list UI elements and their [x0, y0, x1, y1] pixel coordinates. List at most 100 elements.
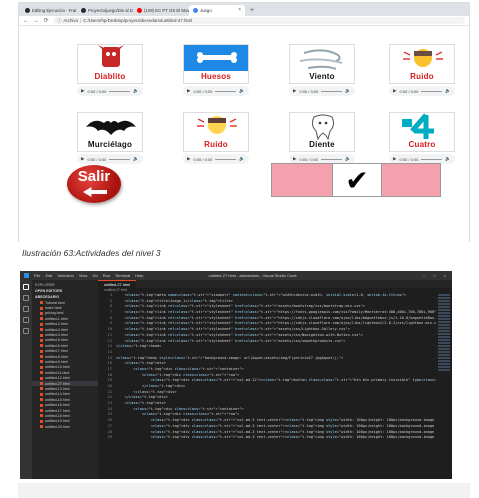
minimap-line [438, 306, 450, 308]
line-source: <class="t-tag">div class=class="t-str">"… [116, 435, 435, 440]
audio-player[interactable]: ▶ 0:00 / 0:00 🔈 [77, 86, 143, 96]
menu-view[interactable]: View [79, 273, 88, 278]
reload-button[interactable]: ⟳ [43, 17, 49, 24]
volume-icon[interactable]: 🔈 [345, 156, 351, 162]
menu-run[interactable]: Run [103, 273, 110, 278]
play-icon[interactable]: ▶ [393, 88, 396, 94]
minimize-icon[interactable]: – [423, 273, 425, 278]
four-image[interactable]: Cuatro [389, 112, 455, 152]
menu-selection[interactable]: Selection [57, 273, 73, 278]
activity-card[interactable]: Huesos ▶ 0:00 / 0:00 🔈 [183, 44, 249, 96]
answer-slot-left[interactable] [272, 164, 332, 196]
audio-progress[interactable] [215, 90, 237, 92]
play-icon[interactable]: ▶ [187, 156, 190, 162]
extensions-icon[interactable] [23, 328, 29, 334]
file-name: untitled-8.html [45, 354, 68, 359]
audio-progress[interactable] [215, 158, 237, 160]
bat-image[interactable]: Murciélago [77, 112, 143, 152]
editor-tab[interactable]: untitled-27.html [98, 280, 136, 288]
activity-card[interactable]: Viento ▶ 0:00 / 0:00 🔈 [289, 44, 355, 96]
activity-card[interactable]: Ruido ▶ 0:00 / 0:00 🔈 [183, 112, 249, 164]
volume-icon[interactable]: 🔈 [239, 88, 245, 94]
browser-tab-2[interactable]: Proyecto/juego/Dis al Desarroll × [77, 5, 133, 16]
wind-image[interactable]: Viento [289, 44, 355, 84]
menu-terminal[interactable]: Terminal [115, 273, 130, 278]
audio-player[interactable]: ▶ 0:00 / 0:00 🔈 [77, 154, 143, 164]
minimap-line [438, 324, 450, 326]
audio-player[interactable]: ▶ 0:00 / 0:00 🔈 [289, 86, 355, 96]
figure-caption: Ilustración 63:Actividades del nivel 3 [22, 248, 161, 258]
browser-tab-4[interactable]: Juego × [189, 5, 245, 16]
play-icon[interactable]: ▶ [393, 156, 396, 162]
devil-image[interactable]: Diablito [77, 44, 143, 84]
audio-progress[interactable] [109, 90, 131, 92]
audio-player[interactable]: ▶ 0:00 / 0:00 🔈 [183, 86, 249, 96]
tooth-image[interactable]: Diente [289, 112, 355, 152]
play-icon[interactable]: ▶ [187, 88, 190, 94]
audio-progress[interactable] [421, 158, 443, 160]
volume-icon[interactable]: 🔈 [445, 156, 451, 162]
menu-help[interactable]: Help [135, 273, 143, 278]
file-item[interactable]: untitled-20.html [32, 424, 98, 429]
activity-word: Diente [309, 140, 335, 149]
minimap-line [438, 366, 450, 368]
html-file-icon [40, 414, 43, 418]
menu-file[interactable]: File [34, 273, 40, 278]
audio-player[interactable]: ▶ 0:00 / 0:00 🔈 [183, 154, 249, 164]
audio-progress[interactable] [321, 158, 343, 160]
activity-card[interactable]: Cuatro ▶ 0:00 / 0:00 🔈 [389, 112, 455, 164]
activity-card[interactable]: Ruido ▶ 0:00 / 0:00 🔈 [389, 44, 455, 96]
code-line[interactable]: 29 <class="t-tag">div class=class="t-str… [98, 435, 452, 441]
minimap-line [438, 333, 450, 335]
play-icon[interactable]: ▶ [81, 156, 84, 162]
code-view[interactable]: 4 <class="t-tag">meta name=class="t-str"… [98, 293, 452, 479]
minimap-line [438, 315, 450, 317]
url-field[interactable]: ⓘ Archivo | C:/Users/hp/Desktop/proyec/abec… [53, 17, 465, 24]
exit-button[interactable]: Salir [67, 165, 121, 203]
volume-icon[interactable]: 🔈 [345, 88, 351, 94]
audio-progress[interactable] [109, 158, 131, 160]
minimap[interactable] [436, 293, 452, 479]
file-name: untitled-9.html [45, 360, 68, 364]
forward-button[interactable]: → [33, 18, 39, 24]
back-button[interactable]: ← [23, 18, 29, 24]
file-list: Tutorial.html index.html pricing.html untit… [32, 300, 98, 429]
file-name: untitled-6.html [45, 343, 68, 348]
close-icon[interactable]: × [444, 273, 446, 278]
search-icon[interactable] [23, 295, 29, 301]
close-icon[interactable]: × [238, 5, 241, 16]
play-icon[interactable]: ▶ [293, 88, 296, 94]
audio-progress[interactable] [421, 90, 443, 92]
play-icon[interactable]: ▶ [81, 88, 84, 94]
explorer-icon[interactable] [23, 284, 29, 290]
menu-go[interactable]: Go [92, 273, 97, 278]
vscode-titlebar: File Edit Selection View Go Run Terminal… [20, 271, 452, 280]
run-debug-icon[interactable] [23, 317, 29, 323]
minimap-line [438, 354, 450, 356]
source-control-icon[interactable] [23, 306, 29, 312]
volume-icon[interactable]: 🔈 [239, 156, 245, 162]
audio-player[interactable]: ▶ 0:00 / 0:00 🔈 [389, 86, 455, 96]
maximize-icon[interactable]: □ [433, 273, 435, 278]
volume-icon[interactable]: 🔈 [133, 88, 139, 94]
bones-image[interactable]: Huesos [183, 44, 249, 84]
new-tab-button[interactable]: + [245, 5, 259, 16]
volume-icon[interactable]: 🔈 [445, 88, 451, 94]
audio-progress[interactable] [321, 90, 343, 92]
noise-image[interactable]: Ruido [389, 44, 455, 84]
activity-card[interactable]: Murciélago ▶ 0:00 / 0:00 🔈 [77, 112, 143, 164]
menu-edit[interactable]: Edit [45, 273, 52, 278]
browser-tab-1[interactable]: Editing Ejecución - Francisco1005 × [21, 5, 77, 16]
html-file-icon [40, 333, 43, 337]
html-file-icon [40, 344, 43, 348]
play-icon[interactable]: ▶ [293, 156, 296, 162]
noise-image[interactable]: Ruido [183, 112, 249, 152]
browser-tab-3[interactable]: (109) EC PT OS El Movimiento × [133, 5, 189, 16]
volume-icon[interactable]: 🔈 [133, 156, 139, 162]
answer-slot-right[interactable] [382, 164, 440, 196]
activity-card[interactable]: Diente ▶ 0:00 / 0:00 🔈 [289, 112, 355, 164]
html-file-icon [40, 322, 43, 326]
activity-card[interactable]: Diablito ▶ 0:00 / 0:00 🔈 [77, 44, 143, 96]
address-bar-row: ← → ⟳ ⓘ Archivo | C:/Users/hp/Desktop/proye… [19, 16, 469, 26]
checkmark-icon: ✔ [332, 164, 382, 196]
